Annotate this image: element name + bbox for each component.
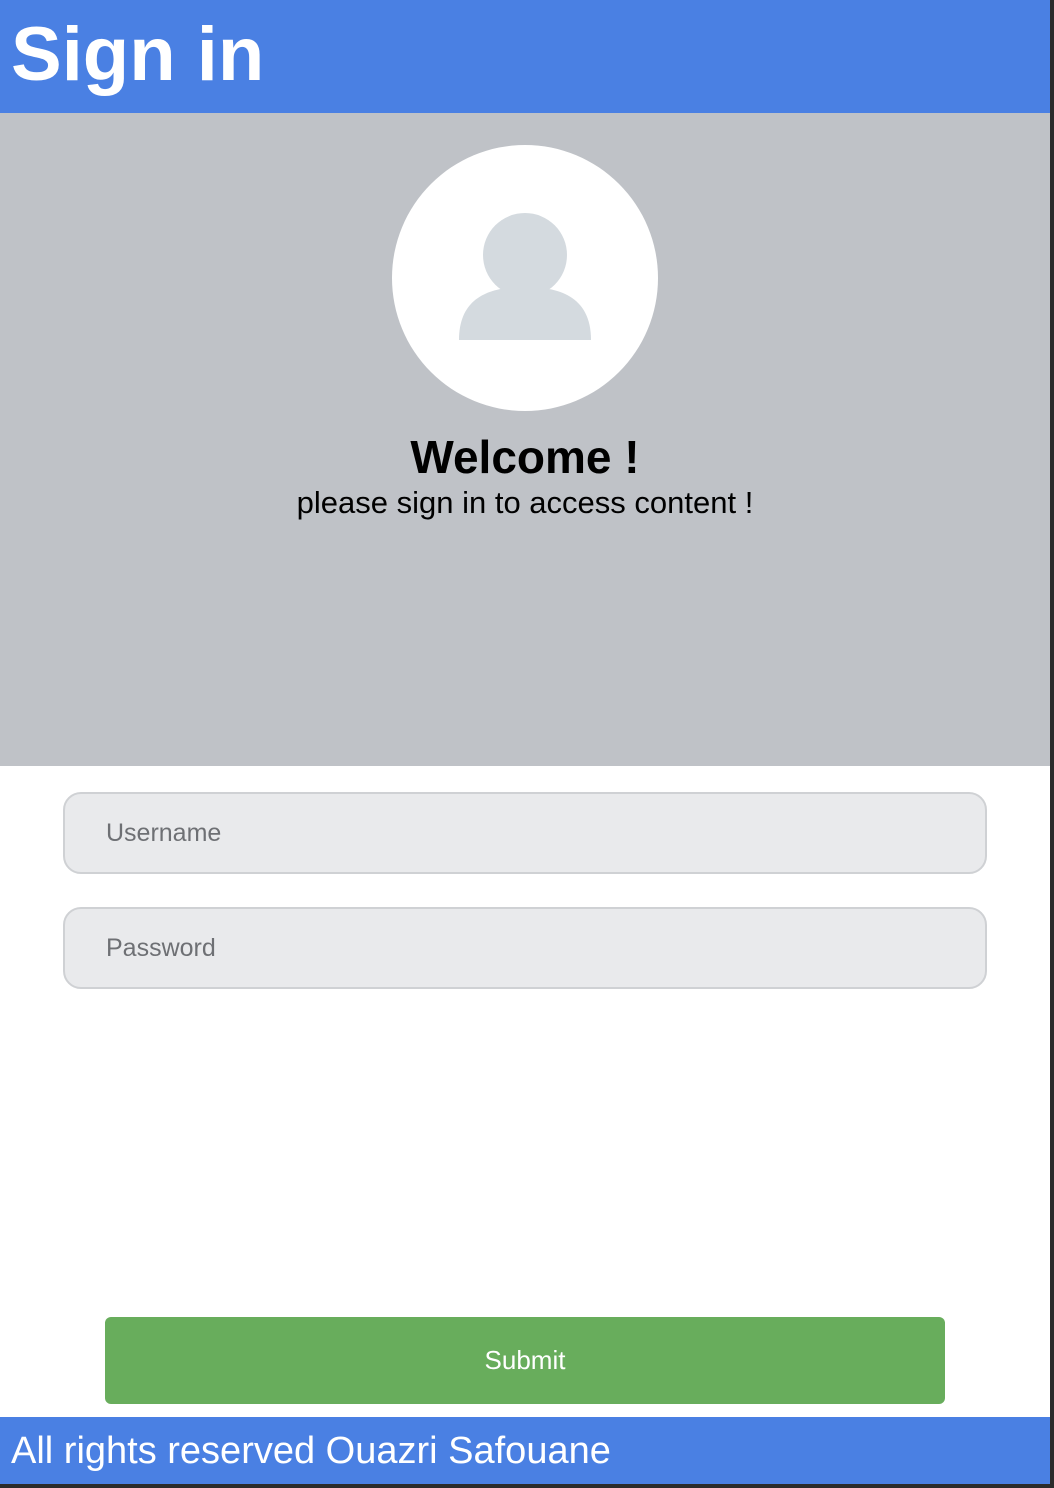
- welcome-subtitle: please sign in to access content !: [296, 485, 754, 520]
- footer-copyright: All rights reserved Ouazri Safouane: [11, 1430, 611, 1472]
- user-placeholder-icon: [459, 213, 591, 340]
- username-input[interactable]: [63, 792, 987, 874]
- sign-in-page: Sign in Welcome ! please sign in to acce…: [0, 0, 1050, 1484]
- app-header: Sign in: [0, 0, 1050, 113]
- submit-button[interactable]: Submit: [105, 1317, 945, 1404]
- avatar: [392, 145, 658, 411]
- app-footer: All rights reserved Ouazri Safouane: [0, 1417, 1050, 1484]
- page-title: Sign in: [11, 12, 265, 97]
- welcome-banner: Welcome ! please sign in to access conte…: [0, 113, 1050, 766]
- password-input[interactable]: [63, 907, 987, 989]
- welcome-title: Welcome !: [410, 431, 640, 483]
